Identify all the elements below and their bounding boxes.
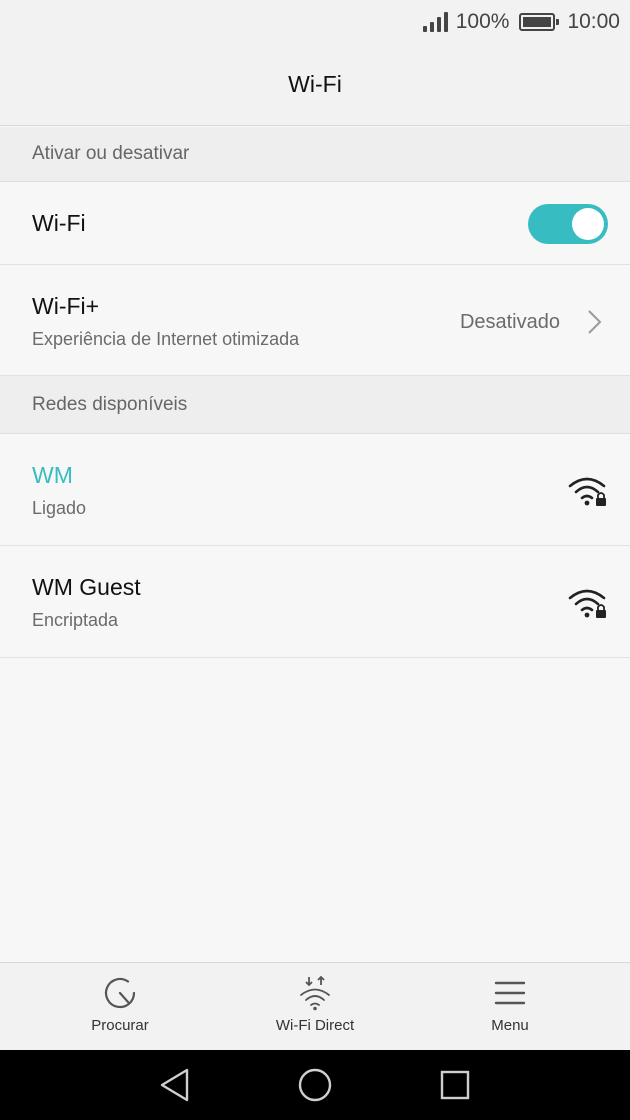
- system-nav-bar: [0, 1050, 630, 1120]
- recents-icon[interactable]: [437, 1067, 473, 1103]
- menu-icon: [494, 981, 526, 1005]
- network-row-wm[interactable]: WM Ligado: [0, 434, 630, 546]
- section-header-toggle: Ativar ou desativar: [0, 127, 630, 182]
- wifi-locked-icon: [568, 589, 606, 618]
- menu-button[interactable]: Menu: [405, 963, 615, 1051]
- status-bar: 100% 10:00: [0, 0, 630, 44]
- signal-icon: [422, 12, 448, 32]
- home-icon[interactable]: [297, 1067, 333, 1103]
- wifi-toggle-row[interactable]: Wi-Fi: [0, 182, 630, 265]
- wifi-direct-label: Wi-Fi Direct: [275, 1017, 355, 1034]
- network-name: WM: [32, 462, 73, 488]
- menu-label: Menu: [491, 1017, 529, 1034]
- battery-icon: [519, 13, 560, 31]
- network-row-wm-guest[interactable]: WM Guest Encriptada: [0, 546, 630, 658]
- procurar-label: Procurar: [91, 1017, 149, 1034]
- wifi-direct-button[interactable]: Wi-Fi Direct: [210, 963, 420, 1051]
- wifi-plus-subtitle: Experiência de Internet otimizada: [32, 329, 300, 349]
- back-icon[interactable]: [157, 1067, 193, 1103]
- refresh-scan-icon: [104, 977, 136, 1009]
- wifi-plus-row[interactable]: Wi-Fi+ Experiência de Internet otimizada…: [0, 265, 630, 376]
- title-bar: Wi-Fi: [0, 44, 630, 126]
- network-name: WM Guest: [32, 574, 141, 600]
- wifi-plus-value: Desativado: [459, 311, 560, 333]
- wifi-locked-icon: [568, 477, 606, 506]
- page-title: Wi-Fi: [288, 71, 342, 97]
- chevron-right-icon: [588, 310, 602, 334]
- wifi-direct-icon: [300, 975, 330, 1011]
- status-right: 100% 10:00: [422, 8, 620, 36]
- toggle-knob: [572, 208, 604, 240]
- network-status: Ligado: [32, 498, 87, 518]
- wifi-toggle-label: Wi-Fi: [32, 210, 86, 236]
- network-status: Encriptada: [32, 610, 119, 630]
- section-header-networks: Redes disponíveis: [0, 376, 630, 434]
- battery-percent: 100%: [455, 10, 510, 33]
- bottom-action-bar: Procurar Wi-Fi Direct Menu: [0, 962, 630, 1050]
- wifi-toggle-switch[interactable]: [528, 204, 608, 244]
- wifi-plus-label: Wi-Fi+: [32, 293, 100, 319]
- clock: 10:00: [567, 10, 620, 33]
- procurar-button[interactable]: Procurar: [15, 963, 225, 1051]
